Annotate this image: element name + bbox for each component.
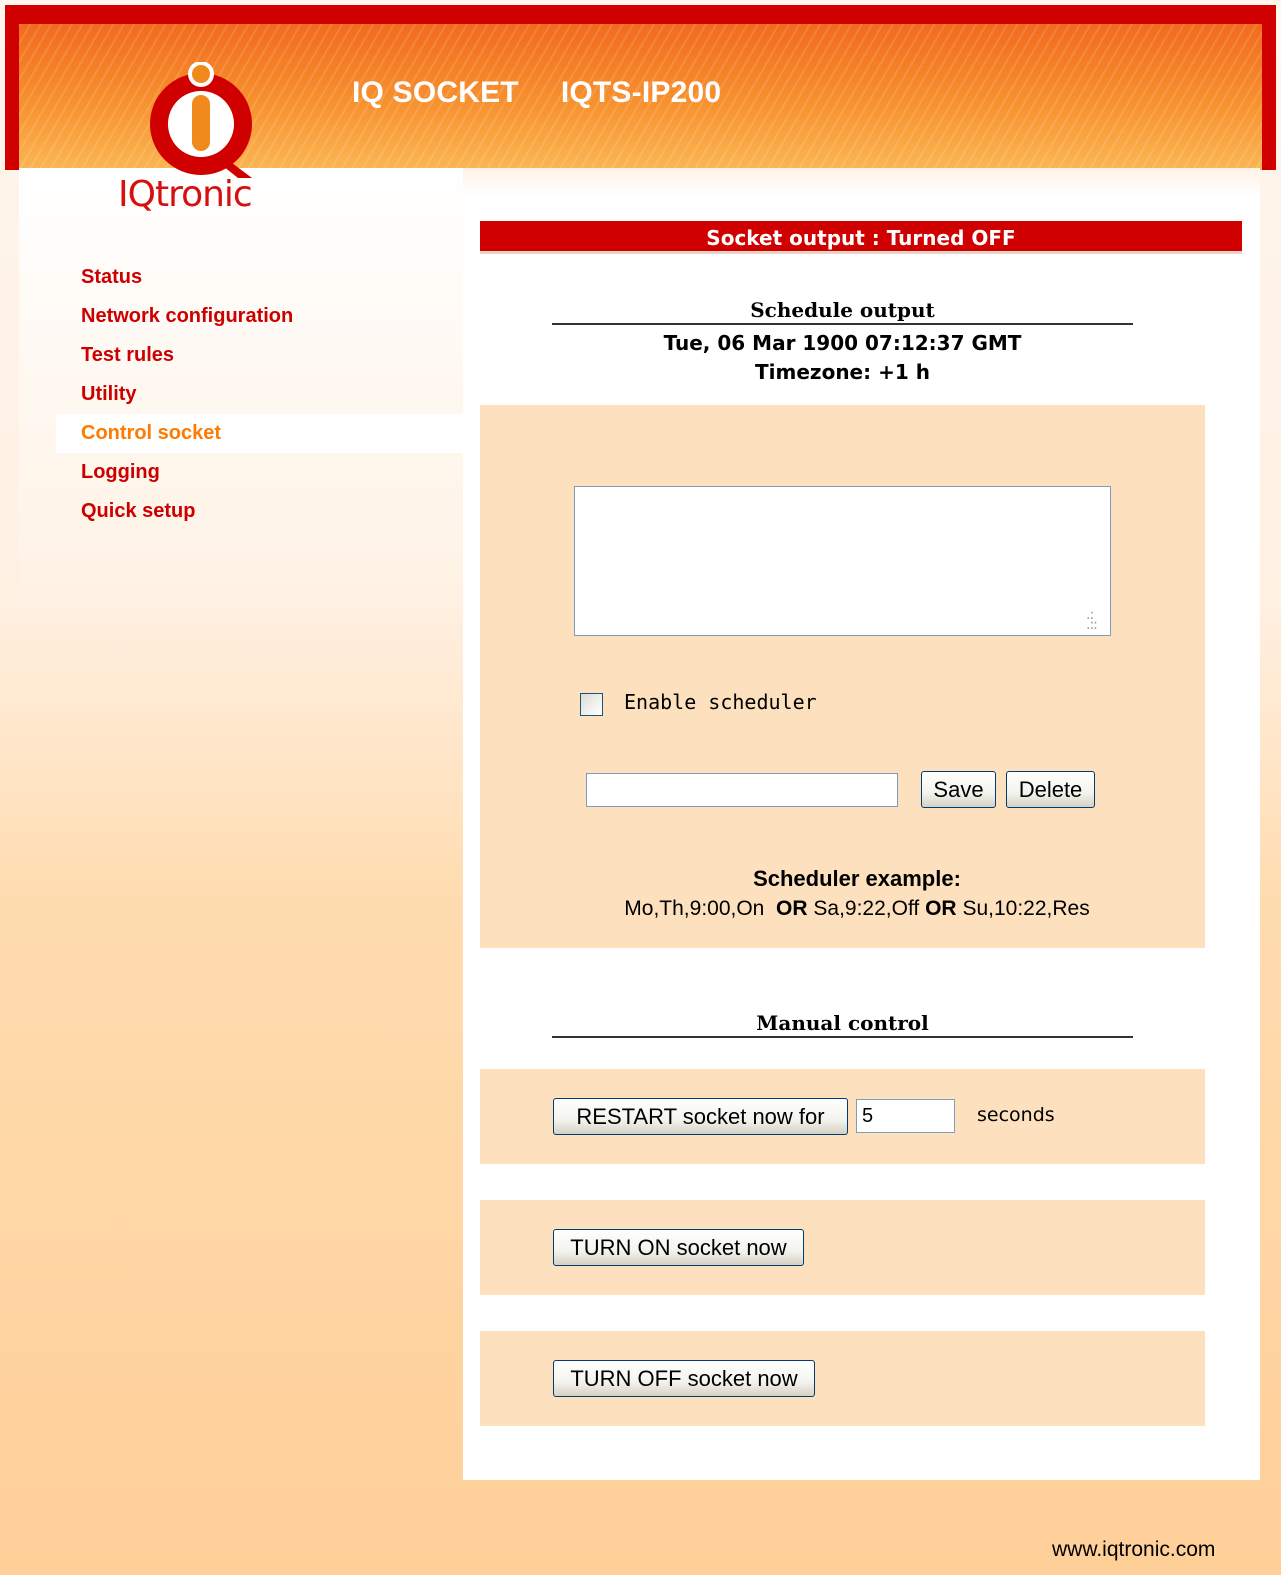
restart-seconds-input[interactable] bbox=[856, 1099, 955, 1133]
page-title: IQ SOCKET IQTS-IP200 bbox=[352, 76, 763, 110]
restart-socket-button[interactable]: RESTART socket now for bbox=[553, 1098, 848, 1135]
sidebar-item-logging[interactable]: Logging bbox=[56, 453, 463, 492]
footer-url[interactable]: www.iqtronic.com bbox=[1052, 1538, 1215, 1562]
schedule-rule-input[interactable] bbox=[586, 773, 898, 807]
sidebar-item-utility[interactable]: Utility bbox=[56, 375, 463, 414]
sidebar-item-network-configuration[interactable]: Network configuration bbox=[56, 297, 463, 336]
seconds-label: seconds bbox=[977, 1104, 1055, 1126]
delete-button[interactable]: Delete bbox=[1006, 771, 1095, 808]
timezone-label: Timezone: +1 h bbox=[755, 360, 930, 384]
example-or-2: OR bbox=[925, 897, 957, 920]
enable-scheduler-label: Enable scheduler bbox=[624, 690, 817, 714]
example-rule-2: Sa,9:22,Off bbox=[813, 897, 920, 920]
sidebar-item-quick-setup[interactable]: Quick setup bbox=[56, 492, 463, 531]
resize-grip-icon[interactable]: .:.:: bbox=[1086, 608, 1098, 632]
model-name: IQTS-IP200 bbox=[560, 76, 722, 109]
turn-on-socket-button[interactable]: TURN ON socket now bbox=[553, 1229, 804, 1266]
example-rule-1: Mo,Th,9:00,On bbox=[624, 897, 765, 920]
sidebar-nav: Status Network configuration Test rules … bbox=[56, 258, 463, 531]
schedule-rules-textarea[interactable] bbox=[574, 486, 1111, 636]
save-button[interactable]: Save bbox=[921, 771, 996, 808]
iqtronic-logo-icon bbox=[150, 62, 252, 178]
sidebar-item-status[interactable]: Status bbox=[56, 258, 463, 297]
example-or-1: OR bbox=[776, 897, 808, 920]
schedule-section-title: Schedule output bbox=[552, 298, 1133, 325]
example-rule-3: Su,10:22,Res bbox=[962, 897, 1090, 920]
enable-scheduler-checkbox[interactable] bbox=[580, 693, 603, 716]
scheduler-example-title: Scheduler example: bbox=[753, 866, 961, 891]
socket-status-bar: Socket output : Turned OFF bbox=[480, 221, 1242, 254]
current-datetime: Tue, 06 Mar 1900 07:12:37 GMT bbox=[663, 331, 1022, 355]
turn-off-socket-button[interactable]: TURN OFF socket now bbox=[553, 1360, 815, 1397]
manual-control-title: Manual control bbox=[552, 1011, 1133, 1038]
logo-wordmark: IQtronic bbox=[118, 174, 253, 215]
sidebar-item-control-socket[interactable]: Control socket bbox=[56, 414, 463, 453]
brand-name: IQ SOCKET bbox=[352, 76, 519, 109]
sidebar-item-test-rules[interactable]: Test rules bbox=[56, 336, 463, 375]
scheduler-example-text: Mo,Th,9:00,On OR Sa,9:22,Off OR Su,10:22… bbox=[480, 897, 1234, 921]
